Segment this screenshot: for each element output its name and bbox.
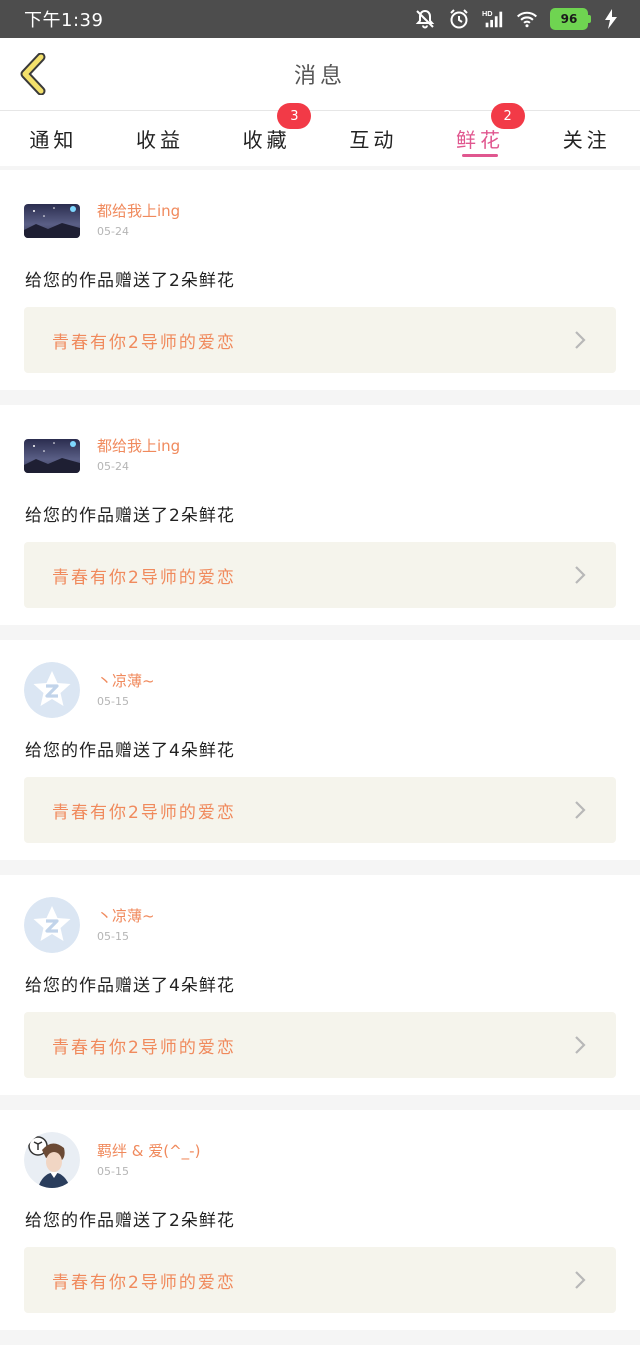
work-link[interactable]: 青春有你2导师的爱恋 (24, 777, 616, 843)
message-date: 05-24 (97, 225, 129, 238)
page-title: 消息 (293, 64, 346, 89)
work-link[interactable]: 青春有你2导师的爱恋 (24, 1012, 616, 1078)
tab-earnings[interactable]: 收益 (107, 111, 214, 166)
tab-label: 收藏 (242, 128, 291, 152)
battery-level: 96 (550, 8, 591, 30)
status-icons: HD 96 (414, 8, 622, 30)
signal-hd-icon: HD (482, 8, 504, 30)
message-text: 给您的作品赠送了2朵鲜花 (25, 1211, 235, 1231)
active-tab-indicator (462, 154, 499, 157)
tab-label: 互动 (349, 128, 398, 152)
chevron-right-icon (575, 566, 586, 584)
work-link[interactable]: 青春有你2导师的爱恋 (24, 542, 616, 608)
unread-badge: 2 (490, 103, 525, 129)
avatar[interactable] (24, 204, 80, 238)
work-title: 青春有你2导师的爱恋 (52, 332, 236, 353)
message-date: 05-15 (97, 1165, 129, 1178)
message-list: 都给我上ing 05-24 给您的作品赠送了2朵鲜花 青春有你2导师的爱恋 都给… (0, 170, 640, 1345)
message-card: 都给我上ing 05-24 给您的作品赠送了2朵鲜花 青春有你2导师的爱恋 (0, 170, 640, 390)
message-text: 给您的作品赠送了2朵鲜花 (25, 271, 235, 291)
page-header: 消息 (0, 38, 640, 111)
alarm-icon (448, 8, 470, 30)
tab-label: 收益 (136, 128, 184, 152)
work-title: 青春有你2导师的爱恋 (52, 1272, 236, 1293)
tab-label: 鲜花 (456, 128, 505, 152)
message-card: 羁绊 & 爱(^_-) 05-15 给您的作品赠送了2朵鲜花 青春有你2导师的爱… (0, 1110, 640, 1330)
charging-icon (600, 8, 622, 30)
unread-badge: 3 (277, 103, 312, 129)
work-link[interactable]: 青春有你2导师的爱恋 (24, 307, 616, 373)
tab-favorites[interactable]: 收藏 3 (213, 103, 320, 166)
username[interactable]: 羁绊 & 爱(^_-) (97, 1140, 200, 1161)
work-link[interactable]: 青春有你2导师的爱恋 (24, 1247, 616, 1313)
work-title: 青春有你2导师的爱恋 (52, 567, 236, 588)
bell-muted-icon (414, 8, 436, 30)
username[interactable]: 都给我上ing (97, 435, 180, 456)
work-title: 青春有你2导师的爱恋 (52, 1037, 236, 1058)
chevron-right-icon (575, 1271, 586, 1289)
status-time: 下午1:39 (24, 10, 104, 31)
tab-follow[interactable]: 关注 (533, 111, 640, 166)
message-card: 丶凉薄~ 05-15 给您的作品赠送了4朵鲜花 青春有你2导师的爱恋 (0, 875, 640, 1095)
message-date: 05-24 (97, 460, 129, 473)
message-card: 都给我上ing 05-24 给您的作品赠送了2朵鲜花 青春有你2导师的爱恋 (0, 405, 640, 625)
tab-notice[interactable]: 通知 (0, 111, 107, 166)
message-text: 给您的作品赠送了4朵鲜花 (25, 741, 235, 761)
chevron-left-icon (20, 53, 46, 95)
tab-label: 通知 (29, 128, 78, 152)
default-avatar[interactable] (24, 662, 80, 718)
battery-icon: 96 (550, 8, 591, 30)
svg-text:HD: HD (482, 9, 493, 18)
tab-bar: 通知 收益 收藏 3 互动 鲜花 2 关注 (0, 103, 640, 166)
avatar[interactable] (24, 439, 80, 473)
message-date: 05-15 (97, 930, 129, 943)
default-avatar[interactable] (24, 897, 80, 953)
message-date: 05-15 (97, 695, 129, 708)
avatar[interactable] (24, 1132, 80, 1188)
tab-interaction[interactable]: 互动 (320, 111, 427, 166)
username[interactable]: 丶凉薄~ (97, 905, 155, 926)
work-title: 青春有你2导师的爱恋 (52, 802, 236, 823)
wifi-icon (516, 8, 538, 30)
chevron-right-icon (575, 331, 586, 349)
chevron-right-icon (575, 801, 586, 819)
tab-flowers[interactable]: 鲜花 2 (427, 103, 534, 166)
back-button[interactable] (12, 52, 52, 96)
tab-label: 关注 (562, 128, 611, 152)
chevron-right-icon (575, 1036, 586, 1054)
message-text: 给您的作品赠送了2朵鲜花 (25, 506, 235, 526)
message-text: 给您的作品赠送了4朵鲜花 (25, 976, 235, 996)
message-card: 丶凉薄~ 05-15 给您的作品赠送了4朵鲜花 青春有你2导师的爱恋 (0, 640, 640, 860)
username[interactable]: 丶凉薄~ (97, 670, 155, 691)
status-bar: 下午1:39 HD 96 (0, 0, 640, 38)
username[interactable]: 都给我上ing (97, 200, 180, 221)
